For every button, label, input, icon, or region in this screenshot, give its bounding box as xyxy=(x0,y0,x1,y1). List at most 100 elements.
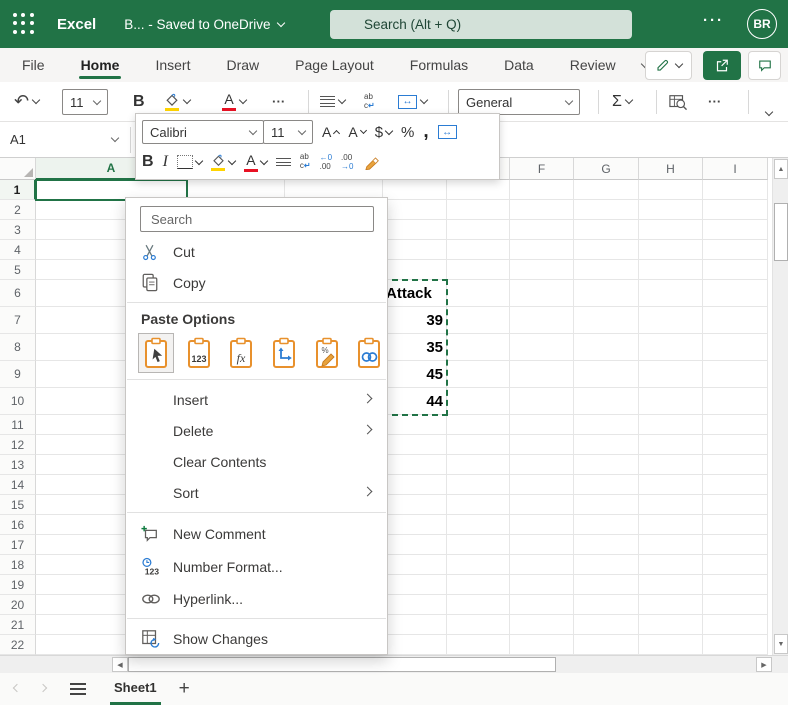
cell-E3[interactable] xyxy=(447,220,510,240)
cell-D17[interactable] xyxy=(383,535,447,555)
cell-I4[interactable] xyxy=(703,240,768,260)
scroll-right-button[interactable]: ▶ xyxy=(756,657,772,672)
cell-G18[interactable] xyxy=(574,555,639,575)
row-header-17[interactable]: 17 xyxy=(0,535,36,555)
cell-I5[interactable] xyxy=(703,260,768,280)
cell-H15[interactable] xyxy=(639,495,703,515)
cell-D10[interactable]: 44 xyxy=(383,388,447,415)
document-title[interactable]: B... - Saved to OneDrive xyxy=(124,17,283,32)
app-launcher-icon[interactable] xyxy=(13,13,35,35)
paste-values-button[interactable]: 123 xyxy=(181,333,217,373)
row-header-22[interactable]: 22 xyxy=(0,635,36,655)
cell-E2[interactable] xyxy=(447,200,510,220)
cell-D7[interactable]: 39 xyxy=(383,307,447,334)
menu-item-sort[interactable]: Sort xyxy=(126,477,387,508)
scroll-down-button[interactable]: ▼ xyxy=(774,634,788,654)
cell-F18[interactable] xyxy=(510,555,574,575)
cell-G14[interactable] xyxy=(574,475,639,495)
cell-H22[interactable] xyxy=(639,635,703,655)
cell-F4[interactable] xyxy=(510,240,574,260)
cell-E10[interactable] xyxy=(447,388,510,415)
comments-button[interactable] xyxy=(748,51,781,80)
menu-item-copy[interactable]: Copy xyxy=(126,267,387,298)
row-header-5[interactable]: 5 xyxy=(0,260,36,280)
accounting-format-button[interactable]: $ xyxy=(375,124,392,141)
increase-decimal-button[interactable]: ←0.00 xyxy=(320,153,332,171)
cell-F10[interactable] xyxy=(510,388,574,415)
tab-page-layout[interactable]: Page Layout xyxy=(291,48,378,82)
mini-merge-button[interactable]: ↔ xyxy=(438,125,457,139)
cell-F14[interactable] xyxy=(510,475,574,495)
cell-H6[interactable] xyxy=(639,280,703,307)
vertical-scroll-thumb[interactable] xyxy=(774,203,788,261)
cell-E12[interactable] xyxy=(447,435,510,455)
mini-alignment-button[interactable] xyxy=(276,155,291,168)
cell-F3[interactable] xyxy=(510,220,574,240)
search-input[interactable] xyxy=(330,10,632,39)
cell-D5[interactable] xyxy=(383,260,447,280)
menu-item-new-comment[interactable]: New Comment xyxy=(126,517,387,550)
cell-F2[interactable] xyxy=(510,200,574,220)
row-header-18[interactable]: 18 xyxy=(0,555,36,575)
cell-I2[interactable] xyxy=(703,200,768,220)
cell-D8[interactable]: 35 xyxy=(383,334,447,361)
column-header-I[interactable]: I xyxy=(703,158,768,180)
paste-link-button[interactable] xyxy=(351,333,387,373)
mini-fill-color-button[interactable] xyxy=(211,154,235,171)
cell-H4[interactable] xyxy=(639,240,703,260)
cell-I13[interactable] xyxy=(703,455,768,475)
cell-H20[interactable] xyxy=(639,595,703,615)
cell-E11[interactable] xyxy=(447,415,510,435)
add-sheet-button[interactable]: + xyxy=(179,678,190,700)
select-all-button[interactable] xyxy=(0,158,36,180)
menu-item-number-format[interactable]: 123 Number Format... xyxy=(126,550,387,583)
cell-E17[interactable] xyxy=(447,535,510,555)
row-header-20[interactable]: 20 xyxy=(0,595,36,615)
cell-F21[interactable] xyxy=(510,615,574,635)
cell-G6[interactable] xyxy=(574,280,639,307)
name-box[interactable]: A1 xyxy=(0,122,130,157)
tab-home[interactable]: Home xyxy=(77,48,124,82)
cell-H5[interactable] xyxy=(639,260,703,280)
vertical-scrollbar[interactable]: ▲ ▼ xyxy=(772,158,788,655)
column-header-H[interactable]: H xyxy=(639,158,703,180)
menu-item-hyperlink[interactable]: Hyperlink... xyxy=(126,583,387,614)
row-header-9[interactable]: 9 xyxy=(0,361,36,388)
cell-G12[interactable] xyxy=(574,435,639,455)
share-button[interactable] xyxy=(703,51,741,80)
cell-H3[interactable] xyxy=(639,220,703,240)
row-header-16[interactable]: 16 xyxy=(0,515,36,535)
cell-G19[interactable] xyxy=(574,575,639,595)
cell-F7[interactable] xyxy=(510,307,574,334)
cell-I22[interactable] xyxy=(703,635,768,655)
menu-item-insert[interactable]: Insert xyxy=(126,384,387,415)
cell-E22[interactable] xyxy=(447,635,510,655)
cell-D16[interactable] xyxy=(383,515,447,535)
cell-E9[interactable] xyxy=(447,361,510,388)
tab-draw[interactable]: Draw xyxy=(222,48,263,82)
scroll-up-button[interactable]: ▲ xyxy=(774,159,788,179)
app-name[interactable]: Excel xyxy=(57,16,96,33)
cell-D4[interactable] xyxy=(383,240,447,260)
cell-H2[interactable] xyxy=(639,200,703,220)
context-menu-search-input[interactable] xyxy=(140,206,374,232)
cell-D12[interactable] xyxy=(383,435,447,455)
cell-D18[interactable] xyxy=(383,555,447,575)
cell-E18[interactable] xyxy=(447,555,510,575)
cell-H12[interactable] xyxy=(639,435,703,455)
cell-G5[interactable] xyxy=(574,260,639,280)
toolbar-overflow-button[interactable]: ··· xyxy=(708,82,721,121)
cell-I8[interactable] xyxy=(703,334,768,361)
cell-F11[interactable] xyxy=(510,415,574,435)
cell-F5[interactable] xyxy=(510,260,574,280)
row-header-8[interactable]: 8 xyxy=(0,334,36,361)
cell-G15[interactable] xyxy=(574,495,639,515)
cell-H16[interactable] xyxy=(639,515,703,535)
row-header-2[interactable]: 2 xyxy=(0,200,36,220)
cell-D22[interactable] xyxy=(383,635,447,655)
comma-format-button[interactable]: , xyxy=(423,121,428,143)
cell-H10[interactable] xyxy=(639,388,703,415)
cell-F12[interactable] xyxy=(510,435,574,455)
cell-D1[interactable] xyxy=(383,180,447,200)
cell-E16[interactable] xyxy=(447,515,510,535)
